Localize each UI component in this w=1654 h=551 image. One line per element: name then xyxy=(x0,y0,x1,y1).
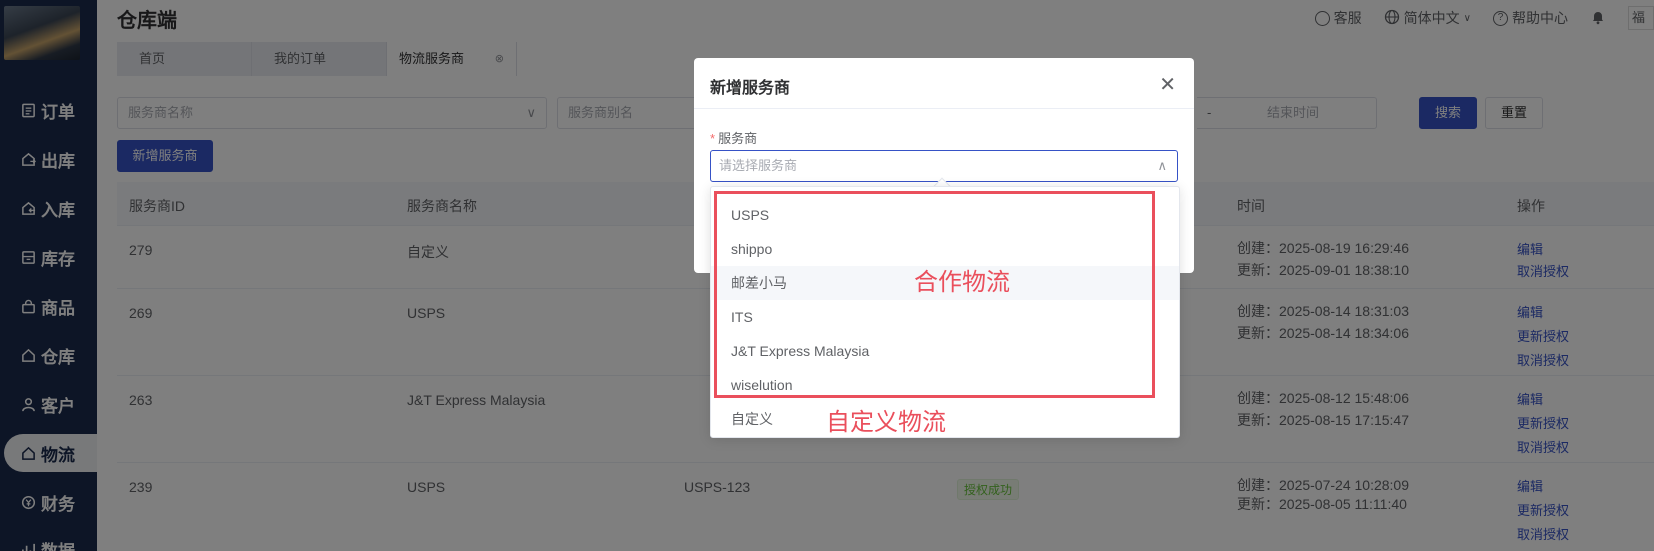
custom-logistics-annotation: 自定义物流 xyxy=(826,409,946,436)
provider-select[interactable]: 请选择服务商 ∧ xyxy=(710,150,1178,182)
chevron-up-icon: ∧ xyxy=(1157,158,1167,173)
provider-field-label: * 服务商 xyxy=(710,128,757,147)
close-icon[interactable]: ✕ xyxy=(1159,72,1176,97)
required-mark: * xyxy=(710,131,716,146)
dialog-title: 新增服务商 xyxy=(710,80,791,97)
field-label-text: 服务商 xyxy=(718,131,758,146)
partner-logistics-annotation: 合作物流 xyxy=(914,269,1010,296)
dialog-divider xyxy=(694,108,1194,109)
provider-select-placeholder: 请选择服务商 xyxy=(719,158,798,173)
